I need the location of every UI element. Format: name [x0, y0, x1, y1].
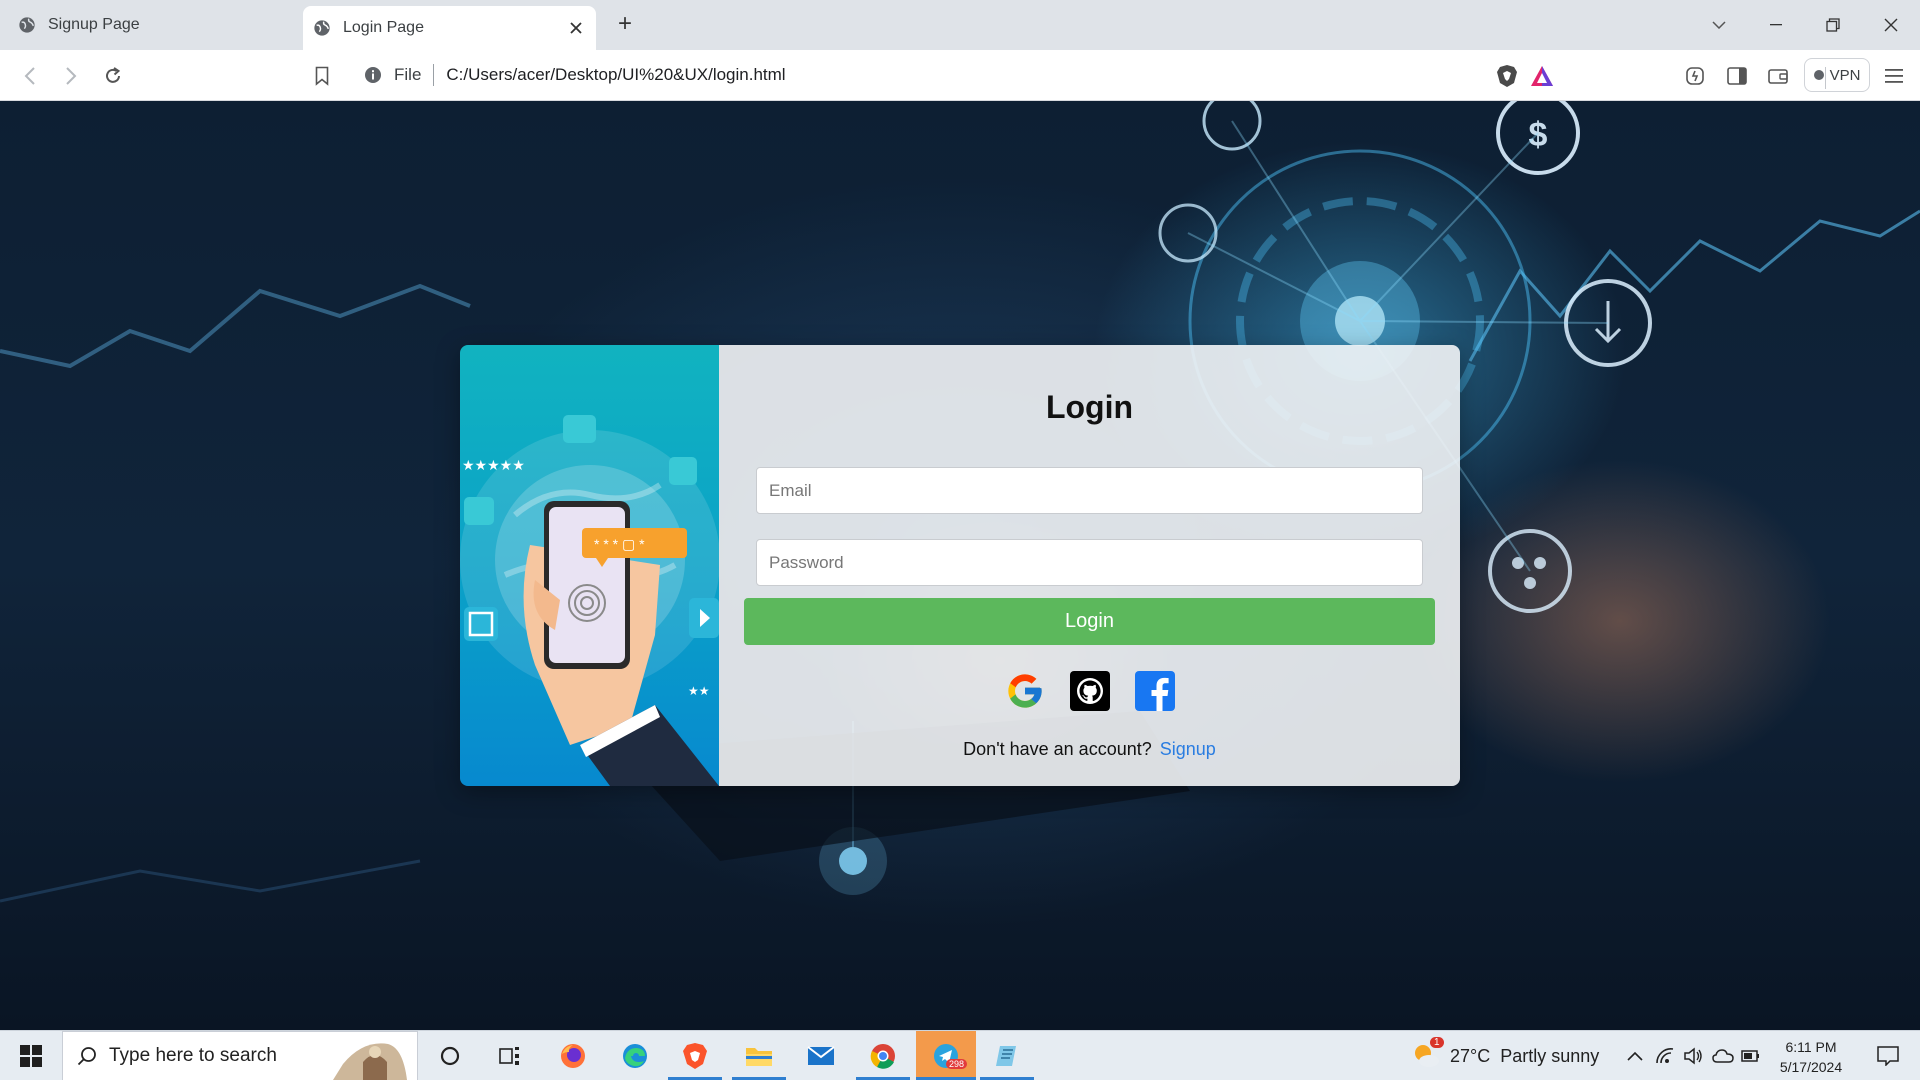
network-icon[interactable]: [1651, 1031, 1679, 1080]
telegram-badge: 298: [946, 1059, 968, 1069]
clock-time: 6:11 PM: [1785, 1039, 1837, 1055]
sidebar-toggle-icon[interactable]: [1722, 61, 1752, 91]
social-login-icons: [719, 670, 1460, 711]
browser-toolbar: File C:/Users/acer/Desktop/UI%20&UX/logi…: [0, 50, 1920, 101]
tab-login-page[interactable]: Login Page: [303, 6, 596, 50]
file-explorer-icon[interactable]: [738, 1031, 780, 1080]
tab-title: Login Page: [343, 19, 424, 36]
globe-icon: [19, 17, 35, 33]
browser-tab-bar: Signup Page Login Page +: [0, 0, 1920, 50]
vpn-label: VPN: [1829, 66, 1861, 84]
minimize-icon[interactable]: [1761, 10, 1791, 40]
tab-title: Signup Page: [48, 16, 140, 33]
svg-text:★★: ★★: [688, 684, 710, 698]
tab-search-chevron-icon[interactable]: [1704, 10, 1734, 40]
notifications-icon[interactable]: [1866, 1031, 1910, 1080]
bookmark-icon[interactable]: [307, 61, 337, 91]
cortana-icon[interactable]: [432, 1031, 468, 1080]
new-tab-button[interactable]: +: [612, 12, 638, 38]
telegram-icon[interactable]: 298: [916, 1031, 976, 1080]
brave-rewards-icon[interactable]: [1530, 65, 1554, 87]
signup-prompt: Don't have an account? Signup: [719, 739, 1460, 760]
page-background: $ ★★★★★ ★★ * * * ▢ * Login Email Login D…: [0, 101, 1920, 1030]
reload-icon[interactable]: [98, 61, 128, 91]
login-form: Login Login: [719, 345, 1460, 786]
tray-chevron-up-icon[interactable]: [1620, 1031, 1650, 1080]
clock-date: 5/17/2024: [1779, 1059, 1843, 1075]
weather-text: Partly sunny: [1500, 1045, 1600, 1066]
login-card: ★★★★★ ★★ * * * ▢ * Login Email Login Don…: [460, 345, 1460, 786]
svg-text:★★★★★: ★★★★★: [462, 457, 525, 473]
brave-browser-icon[interactable]: [674, 1031, 716, 1080]
svg-text:* * * ▢ *: * * * ▢ *: [594, 536, 645, 552]
github-icon[interactable]: [1069, 670, 1110, 711]
weather-widget[interactable]: 1 27°C Partly sunny: [1412, 1031, 1599, 1080]
signup-link[interactable]: Signup: [1160, 739, 1216, 759]
address-scheme-label: File: [394, 65, 422, 84]
svg-text:$: $: [1529, 116, 1548, 154]
wallet-icon[interactable]: [1763, 61, 1793, 91]
firefox-icon[interactable]: [552, 1031, 594, 1080]
menu-hamburger-icon[interactable]: [1879, 61, 1909, 91]
search-highlight-image: [333, 1043, 407, 1080]
phone-fingerprint-illustration: ★★★★★ ★★ * * * ▢ *: [460, 415, 720, 786]
close-tab-icon[interactable]: [564, 16, 588, 40]
login-illustration: ★★★★★ ★★ * * * ▢ *: [460, 345, 720, 786]
tab-signup-page[interactable]: Signup Page: [8, 6, 298, 44]
taskbar-clock[interactable]: 6:11 PM 5/17/2024: [1766, 1037, 1856, 1077]
signup-prompt-text: Don't have an account?: [963, 739, 1152, 759]
back-icon[interactable]: [15, 61, 45, 91]
edge-icon[interactable]: [614, 1031, 656, 1080]
task-view-icon[interactable]: [492, 1031, 528, 1080]
facebook-icon[interactable]: [1134, 670, 1175, 711]
weather-badge: 1: [1430, 1037, 1444, 1048]
chrome-icon[interactable]: [862, 1031, 904, 1080]
onedrive-icon[interactable]: [1709, 1031, 1737, 1080]
login-button[interactable]: Login: [744, 598, 1435, 645]
close-window-icon[interactable]: [1876, 10, 1906, 40]
email-field[interactable]: [756, 467, 1423, 514]
google-icon[interactable]: [1004, 670, 1045, 711]
windows-start-icon[interactable]: [8, 1031, 54, 1080]
volume-icon[interactable]: [1679, 1031, 1707, 1080]
vpn-status-icon: [1813, 70, 1824, 80]
forward-icon[interactable]: [56, 61, 86, 91]
leo-ai-icon[interactable]: [1680, 61, 1710, 91]
taskbar-search-placeholder: Type here to search: [109, 1045, 277, 1066]
search-icon: [77, 1047, 96, 1066]
restore-icon[interactable]: [1818, 10, 1848, 40]
mail-icon[interactable]: [800, 1031, 842, 1080]
vpn-button[interactable]: VPN: [1804, 58, 1870, 92]
notepad-icon[interactable]: [986, 1031, 1028, 1080]
brave-shields-icon[interactable]: [1496, 64, 1518, 88]
login-title: Login: [1045, 389, 1134, 425]
weather-temp: 27°C: [1450, 1045, 1491, 1066]
address-divider: [433, 64, 435, 86]
windows-taskbar: Type here to search 298 1 27°C Partly su…: [0, 1030, 1920, 1080]
taskbar-search-box[interactable]: Type here to search: [62, 1031, 418, 1080]
globe-icon: [314, 20, 330, 36]
info-icon: [365, 67, 381, 83]
address-url[interactable]: C:/Users/acer/Desktop/UI%20&UX/login.htm…: [446, 65, 785, 85]
password-field[interactable]: [756, 539, 1423, 586]
address-bar[interactable]: File C:/Users/acer/Desktop/UI%20&UX/logi…: [352, 57, 1826, 93]
battery-icon[interactable]: [1737, 1031, 1765, 1080]
